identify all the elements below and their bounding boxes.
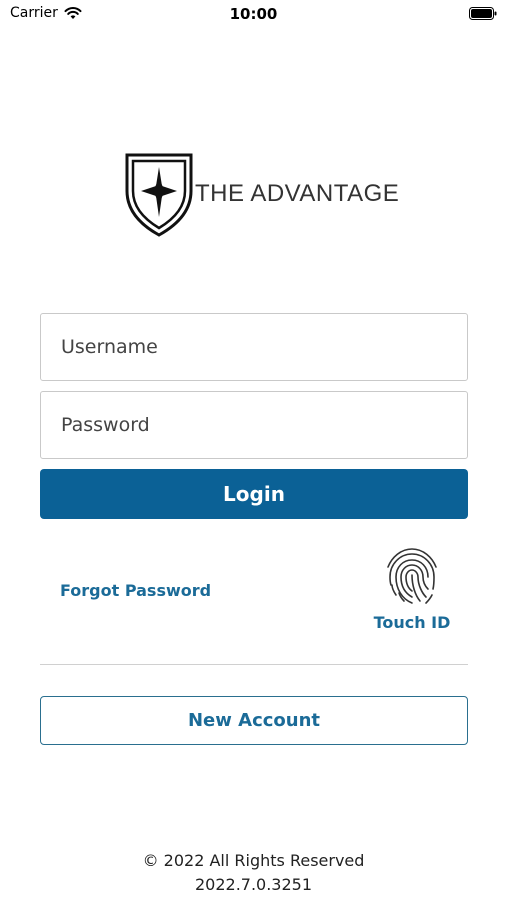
clock: 10:00 bbox=[229, 5, 278, 23]
divider bbox=[40, 664, 468, 665]
touch-id-button[interactable]: Touch ID bbox=[368, 545, 456, 635]
username-input[interactable] bbox=[40, 313, 468, 381]
password-input[interactable] bbox=[40, 391, 468, 459]
forgot-password-link[interactable]: Forgot Password bbox=[60, 581, 211, 600]
app-logo: THE ADVANTAGE bbox=[125, 153, 399, 237]
battery-icon bbox=[469, 7, 497, 20]
fingerprint-icon bbox=[387, 548, 437, 604]
logo-text: THE ADVANTAGE bbox=[195, 180, 400, 207]
copyright-text: © 2022 All Rights Reserved bbox=[142, 851, 365, 870]
status-bar: Carrier 10:00 bbox=[0, 0, 507, 28]
new-account-button[interactable]: New Account bbox=[40, 696, 468, 745]
shield-star-icon bbox=[125, 153, 193, 237]
login-screen: Carrier 10:00 THE ADVANTAGE Login Forgot… bbox=[0, 0, 507, 900]
login-button[interactable]: Login bbox=[40, 469, 468, 519]
touch-id-label: Touch ID bbox=[373, 613, 451, 632]
version-text: 2022.7.0.3251 bbox=[194, 875, 313, 894]
